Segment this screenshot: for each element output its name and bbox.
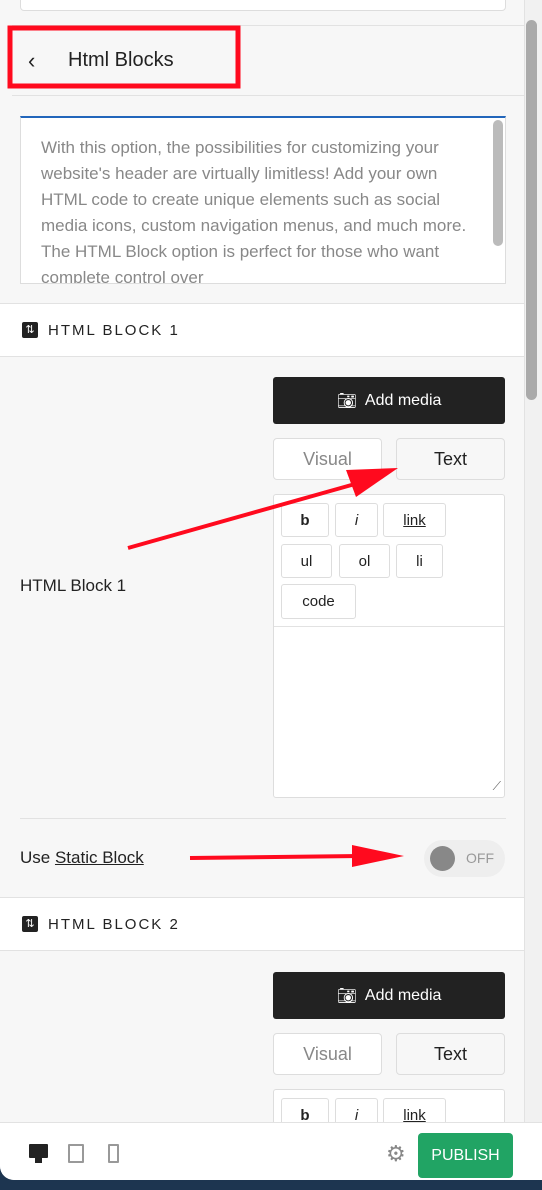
annotation-overlay bbox=[7, 25, 404, 867]
annotation-box bbox=[7, 25, 241, 89]
annotation-arrow bbox=[189, 845, 404, 867]
annotation-arrow bbox=[127, 468, 398, 550]
